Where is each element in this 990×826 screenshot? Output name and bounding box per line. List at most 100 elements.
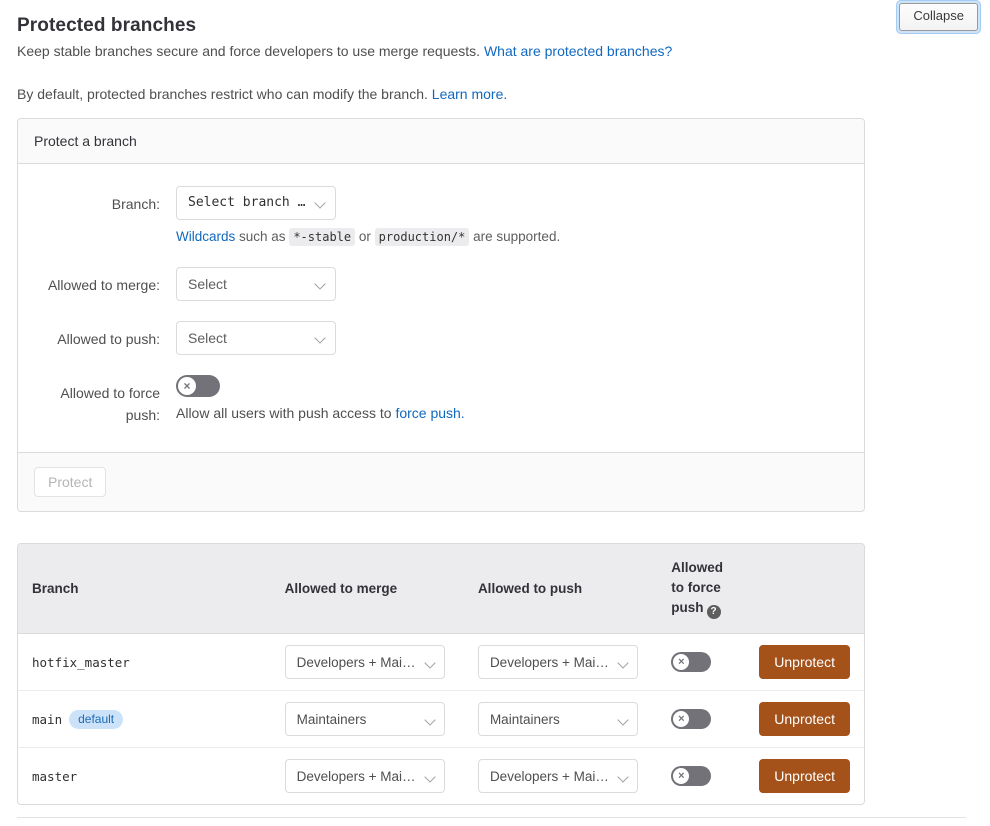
column-header-allowed-to-force-push: Allowed to force push? [657,544,746,634]
table-header-row: Branch Allowed to merge Allowed to push … [18,544,864,634]
allowed-to-force-push-label: Allowed to force push: [60,385,160,423]
row-allowed-to-merge-select[interactable]: Developers + Mai… [284,759,445,793]
lead-paragraph-2: By default, protected branches restrict … [17,84,507,104]
row-allowed-to-push-value: Developers + Mai… [489,769,609,784]
row-allowed-to-merge-select[interactable]: Developers + Mai… [284,645,445,679]
row-force-push-toggle[interactable] [671,709,712,729]
cell-allowed-to-push: Developers + Mai… [464,748,657,804]
card-body: Branch: Select branch … Wildcards such a… [18,164,864,452]
cell-allowed-to-force-push [657,748,745,804]
protect-button[interactable]: Protect [34,467,107,497]
wildcard-code-1: *-stable [289,228,356,246]
branch-select[interactable]: Select branch … [176,186,336,220]
allowed-to-push-form-row: Allowed to push: Select [34,321,848,355]
branch-name: hotfix_master [32,655,130,670]
branch-form-row: Branch: Select branch … Wildcards such a… [34,186,848,247]
cell-allowed-to-force-push [657,691,746,748]
chevron-down-icon [619,772,629,782]
column-header-branch: Branch [18,544,271,634]
force-push-note-text: Allow all users with push access to [176,405,392,421]
table-body: hotfix_master Developers + Mai… Develope… [18,634,864,804]
toggle-knob-off-icon [178,377,196,395]
allowed-to-force-push-toggle[interactable] [176,375,220,397]
wildcards-link[interactable]: Wildcards [176,229,235,244]
unprotect-button[interactable]: Unprotect [759,645,850,679]
unprotect-button[interactable]: Unprotect [759,702,850,736]
column-header-actions [745,544,864,634]
allowed-to-merge-select[interactable]: Select [176,267,336,301]
chevron-down-icon [426,772,436,782]
cell-allowed-to-merge: Developers + Mai… [270,634,464,691]
row-force-push-toggle[interactable] [671,766,712,786]
toggle-knob-off-icon [673,768,690,784]
protected-branches-page: Protected branches Collapse Keep stable … [0,0,990,826]
table-head: Branch Allowed to merge Allowed to push … [18,544,864,634]
allowed-to-push-select-value: Select [188,330,227,346]
allowed-to-force-push-control: Allow all users with push access to forc… [176,375,848,426]
row-allowed-to-push-select[interactable]: Developers + Mai… [477,645,638,679]
lead-text-1: Keep stable branches secure and force de… [17,43,481,59]
collapse-button[interactable]: Collapse [899,3,978,31]
wildcard-text-3: are supported. [473,229,561,244]
wildcard-text-2: or [358,229,371,244]
chevron-down-icon [316,198,326,208]
row-allowed-to-merge-value: Developers + Mai… [296,769,416,784]
allowed-to-push-select[interactable]: Select [176,321,336,355]
protect-a-branch-card: Protect a branch Branch: Select branch …… [17,118,865,512]
chevron-down-icon [619,658,629,668]
force-header-line-3: push? [671,598,731,619]
branch-select-value: Select branch … [188,195,306,210]
force-push-link[interactable]: force push. [395,405,464,421]
table-row: main default Maintainers Maintainers × U… [18,691,864,748]
unprotect-button[interactable]: Unprotect [759,759,850,793]
toggle-knob-off-icon [673,711,690,727]
column-header-allowed-to-push: Allowed to push [463,544,658,634]
cell-branch: master [18,748,271,804]
cell-actions: Unprotect [745,748,864,804]
lead-text-2: By default, protected branches restrict … [17,86,428,102]
cell-allowed-to-merge: Maintainers [270,691,464,748]
cell-allowed-to-force-push [657,634,746,691]
cell-actions: Unprotect [745,691,864,748]
what-are-protected-branches-link[interactable]: What are protected branches? [484,43,672,59]
allowed-to-force-push-form-row: Allowed to force push: Allow all users w… [34,375,848,426]
branch-label: Branch: [111,196,160,212]
chevron-down-icon [316,279,326,289]
allowed-to-merge-form-row: Allowed to merge: Select [34,267,848,301]
force-header-line-3-text: push [671,600,704,615]
cell-actions: Unprotect [745,634,864,691]
row-force-push-toggle[interactable] [671,652,712,672]
row-allowed-to-merge-select[interactable]: Maintainers [284,702,445,736]
protected-branches-table: Branch Allowed to merge Allowed to push … [17,543,865,805]
card-footer: Protect [18,452,864,511]
allowed-to-merge-select-value: Select [188,276,227,292]
row-allowed-to-push-value: Developers + Mai… [489,655,609,670]
force-push-note: Allow all users with push access to forc… [176,405,848,421]
toggle-knob-off-icon [673,654,690,670]
cell-branch: hotfix_master [18,634,271,691]
row-allowed-to-push-select[interactable]: Developers + Mai… [477,759,638,793]
row-allowed-to-merge-value: Developers + Mai… [296,655,416,670]
bottom-divider [17,817,966,818]
row-allowed-to-merge-value: Maintainers [296,712,367,727]
page-title: Protected branches [17,14,197,36]
card-header-title: Protect a branch [18,119,864,164]
branch-name: master [32,769,78,784]
allowed-to-push-label: Allowed to push: [57,331,160,347]
cell-allowed-to-push: Developers + Mai… [463,634,658,691]
default-badge: default [69,709,124,729]
wildcard-hint: Wildcards such as *-stable or production… [176,227,848,247]
question-mark-icon[interactable]: ? [706,605,721,619]
branch-control: Select branch … Wildcards such as *-stab… [176,186,848,247]
row-allowed-to-push-select[interactable]: Maintainers [477,702,638,736]
chevron-down-icon [316,333,326,343]
cell-branch: main default [18,691,271,748]
force-header-line-2: to force [671,580,721,595]
chevron-down-icon [619,715,629,725]
learn-more-link[interactable]: Learn more. [432,86,507,102]
wildcard-text-1: such as [239,229,286,244]
force-header-line-1: Allowed [671,560,724,575]
allowed-to-merge-control: Select [176,267,848,301]
cell-allowed-to-push: Maintainers [463,691,658,748]
branch-name: main [32,711,63,727]
